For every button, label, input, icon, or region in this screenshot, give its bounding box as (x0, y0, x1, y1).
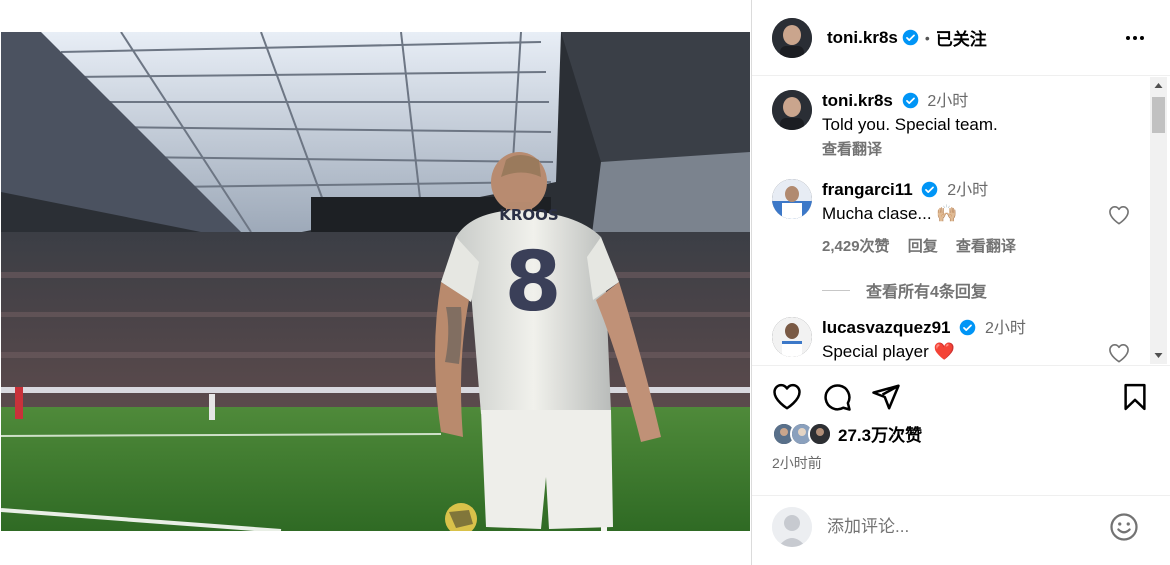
comment-item: frangarci11 2小时 Mucha clase... 🙌🏼 2,429次… (772, 179, 1030, 256)
comment-icon[interactable] (822, 382, 852, 412)
view-replies-link[interactable]: 查看所有4条回复 (822, 278, 987, 302)
caption-avatar[interactable] (772, 90, 812, 130)
replies-divider (822, 289, 850, 291)
stadium-photo-illustration: KROOS 8 (1, 32, 750, 531)
likes-count[interactable]: 27.3万次赞 (838, 421, 922, 446)
caption-translate-link[interactable]: 查看翻译 (822, 138, 998, 159)
more-horizontal-icon[interactable] (1123, 26, 1147, 50)
post-media-pane: KROOS 8 (0, 0, 751, 565)
comments-scrollbar[interactable] (1150, 77, 1167, 364)
likes-summary[interactable]: 27.3万次赞 (772, 421, 922, 446)
comment-text: Special player ❤️ (822, 342, 955, 361)
comment-reply-button[interactable]: 回复 (908, 238, 938, 255)
author-username[interactable]: toni.kr8s (827, 28, 898, 48)
post-photo[interactable]: KROOS 8 (1, 32, 750, 531)
commenter-username[interactable]: frangarci11 (822, 180, 913, 199)
verified-badge-icon (902, 29, 919, 46)
comment-time[interactable]: 2小时 (947, 182, 988, 199)
comment-translate-link[interactable]: 查看翻译 (956, 238, 1016, 255)
comment-time[interactable]: 2小时 (985, 320, 1026, 337)
liker-avatar (808, 421, 832, 446)
following-button[interactable]: 已关注 (936, 25, 987, 50)
add-comment-input[interactable] (827, 514, 1097, 540)
verified-badge-icon (922, 181, 938, 198)
comment-like-heart-icon[interactable] (1108, 205, 1130, 225)
current-user-avatar (772, 507, 812, 547)
caption-text: Told you. Special team. (822, 115, 998, 134)
bookmark-icon[interactable] (1120, 382, 1150, 412)
comment-composer (752, 495, 1170, 565)
verified-badge-icon (902, 92, 918, 109)
comment-like-count[interactable]: 2,429次赞 (822, 238, 890, 255)
comments-list[interactable]: toni.kr8s 2小时 Told you. Special team. 查看… (752, 77, 1150, 364)
caption-item: toni.kr8s 2小时 Told you. Special team. 查看… (772, 90, 998, 159)
commenter-avatar[interactable] (772, 317, 812, 357)
header-separator: • (924, 29, 930, 46)
post-header: toni.kr8s • 已关注 (752, 0, 1170, 76)
post-side-panel: toni.kr8s • 已关注 toni.kr8s 2小时 Told you. … (751, 0, 1170, 565)
comment-item: lucasvazquez91 2小时 Special player ❤️ (772, 317, 1026, 364)
verified-badge-icon (959, 319, 976, 336)
post-timestamp[interactable]: 2小时前 (772, 453, 822, 473)
scrollbar-thumb[interactable] (1152, 97, 1165, 133)
share-icon[interactable] (871, 382, 901, 412)
author-avatar[interactable] (772, 17, 812, 58)
comment-text: Mucha clase... 🙌🏼 (822, 204, 958, 223)
caption-username[interactable]: toni.kr8s (822, 91, 893, 110)
heart-icon[interactable] (772, 382, 802, 412)
comment-like-heart-icon[interactable] (1108, 343, 1130, 363)
emoji-icon[interactable] (1109, 512, 1139, 542)
commenter-avatar[interactable] (772, 179, 812, 219)
caption-time[interactable]: 2小时 (927, 93, 968, 110)
scroll-up-icon[interactable] (1150, 77, 1167, 94)
jersey-number: 8 (504, 235, 561, 330)
scroll-down-icon[interactable] (1150, 347, 1167, 364)
jersey-name: KROOS (499, 206, 558, 224)
post-actions: 27.3万次赞 2小时前 (752, 365, 1170, 495)
commenter-username[interactable]: lucasvazquez91 (822, 318, 951, 337)
view-replies-label: 查看所有4条回复 (866, 284, 987, 301)
